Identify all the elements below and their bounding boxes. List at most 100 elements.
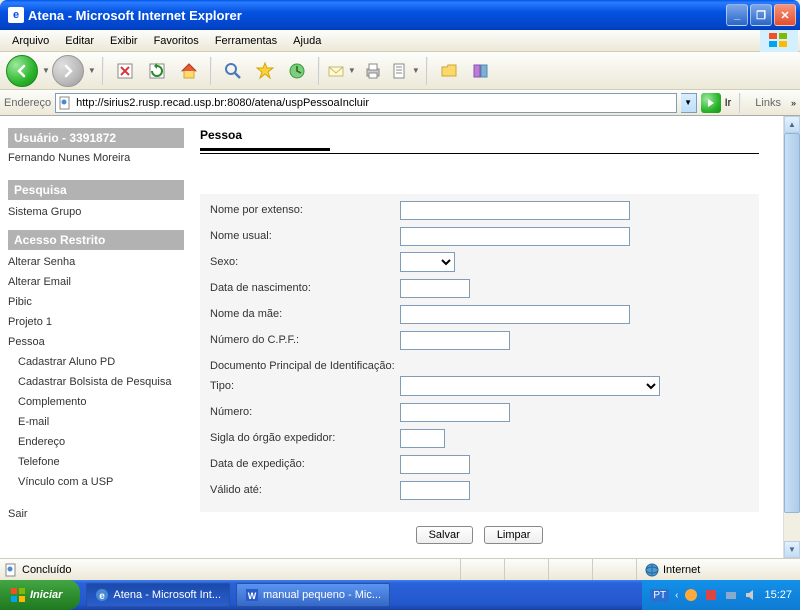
refresh-button[interactable] [142,56,172,86]
sidebar-alterar-email[interactable]: Alterar Email [8,272,184,292]
vertical-scrollbar[interactable]: ▲ ▼ [783,116,800,558]
maximize-button[interactable]: ❐ [750,4,772,26]
favorites-button[interactable] [250,56,280,86]
folder-button[interactable] [434,56,464,86]
sidebar-alterar-senha[interactable]: Alterar Senha [8,252,184,272]
content-area: Usuário - 3391872 Fernando Nunes Moreira… [0,116,800,558]
edit-button[interactable]: ▼ [390,56,420,86]
sidebar-sair[interactable]: Sair [8,504,184,524]
links-chevron[interactable]: » [791,98,796,108]
menubar: Arquivo Editar Exibir Favoritos Ferramen… [0,30,800,52]
input-numero[interactable] [400,403,510,422]
title-underline-thin [200,153,759,154]
system-tray: PT ‹ 15:27 [642,580,800,610]
search-button[interactable] [218,56,248,86]
menu-ajuda[interactable]: Ajuda [285,33,329,49]
label-numero: Número: [210,406,400,418]
start-label: Iniciar [30,589,62,601]
address-bar: Endereço ▼ Ir Links » [0,90,800,116]
label-data-nasc: Data de nascimento: [210,282,400,294]
go-label: Ir [725,97,732,109]
label-nome-mae: Nome da mãe: [210,308,400,320]
tray-chevron-icon[interactable]: ‹ [675,590,678,601]
page-title: Pessoa [200,128,759,142]
sidebar-cadastrar-bolsista[interactable]: Cadastrar Bolsista de Pesquisa [8,372,184,392]
go-button[interactable] [701,93,721,113]
back-dropdown[interactable]: ▼ [42,66,50,75]
button-row: Salvar Limpar [200,526,759,544]
sidebar-sistema-grupo[interactable]: Sistema Grupo [8,202,184,222]
internet-zone-icon [645,563,659,577]
menu-favoritos[interactable]: Favoritos [146,33,207,49]
history-button[interactable] [282,56,312,86]
forward-dropdown[interactable]: ▼ [88,66,96,75]
toolbar: ▼ ▼ ▼ ▼ [0,52,800,90]
input-data-nasc[interactable] [400,279,470,298]
input-nome-extenso[interactable] [400,201,630,220]
form-area: Nome por extenso: Nome usual: Sexo: Data… [200,194,759,512]
taskbar-item-atena[interactable]: e Atena - Microsoft Int... [86,583,230,607]
sidebar-pessoa[interactable]: Pessoa [8,332,184,352]
scroll-up-button[interactable]: ▲ [784,116,800,133]
back-button[interactable] [6,55,38,87]
sidebar-complemento[interactable]: Complemento [8,392,184,412]
label-nome-extenso: Nome por extenso: [210,204,400,216]
sidebar-cadastrar-aluno[interactable]: Cadastrar Aluno PD [8,352,184,372]
label-sigla: Sigla do órgão expedidor: [210,432,400,444]
research-button[interactable] [466,56,496,86]
mail-button[interactable]: ▼ [326,56,356,86]
page-icon [4,563,18,577]
label-cpf: Número do C.P.F.: [210,334,400,346]
salvar-button[interactable]: Salvar [416,526,473,544]
input-data-exp[interactable] [400,455,470,474]
sidebar-vinculo[interactable]: Vínculo com a USP [8,472,184,492]
label-sexo: Sexo: [210,256,400,268]
sidebar-telefone[interactable]: Telefone [8,452,184,472]
window-title: Atena - Microsoft Internet Explorer [28,8,242,23]
svg-text:e: e [100,591,106,602]
status-text: Concluído [22,564,72,576]
taskbar-item-label: Atena - Microsoft Int... [113,589,221,601]
taskbar-item-manual[interactable]: W manual pequeno - Mic... [236,583,390,607]
sidebar-email[interactable]: E-mail [8,412,184,432]
sidebar-endereco[interactable]: Endereço [8,432,184,452]
menu-exibir[interactable]: Exibir [102,33,146,49]
address-input[interactable] [76,97,673,109]
home-button[interactable] [174,56,204,86]
clock[interactable]: 15:27 [764,589,792,601]
links-label[interactable]: Links [749,97,787,109]
address-input-container [55,93,676,113]
select-tipo[interactable] [400,376,660,396]
page-icon [58,96,72,110]
print-button[interactable] [358,56,388,86]
address-dropdown[interactable]: ▼ [681,93,697,113]
sidebar-projeto1[interactable]: Projeto 1 [8,312,184,332]
close-button[interactable]: ✕ [774,4,796,26]
menu-arquivo[interactable]: Arquivo [4,33,57,49]
windows-flag-icon [10,587,26,603]
limpar-button[interactable]: Limpar [484,526,544,544]
label-valido-ate: Válido até: [210,484,400,496]
label-doc-principal: Documento Principal de Identificação: [210,356,749,376]
label-tipo: Tipo: [210,380,400,392]
input-sigla[interactable] [400,429,445,448]
minimize-button[interactable]: _ [726,4,748,26]
input-valido-ate[interactable] [400,481,470,500]
menu-editar[interactable]: Editar [57,33,102,49]
input-nome-usual[interactable] [400,227,630,246]
input-nome-mae[interactable] [400,305,630,324]
scroll-thumb[interactable] [784,133,800,513]
label-data-exp: Data de expedição: [210,458,400,470]
select-sexo[interactable] [400,252,455,272]
forward-button[interactable] [52,55,84,87]
main-panel: Pessoa Nome por extenso: Nome usual: Sex… [184,128,775,558]
sidebar-pibic[interactable]: Pibic [8,292,184,312]
menu-ferramentas[interactable]: Ferramentas [207,33,285,49]
start-button[interactable]: Iniciar [0,580,80,610]
input-cpf[interactable] [400,331,510,350]
scroll-down-button[interactable]: ▼ [784,541,800,558]
taskbar: Iniciar e Atena - Microsoft Int... W man… [0,580,800,610]
stop-button[interactable] [110,56,140,86]
label-nome-usual: Nome usual: [210,230,400,242]
sidebar: Usuário - 3391872 Fernando Nunes Moreira… [8,128,184,558]
